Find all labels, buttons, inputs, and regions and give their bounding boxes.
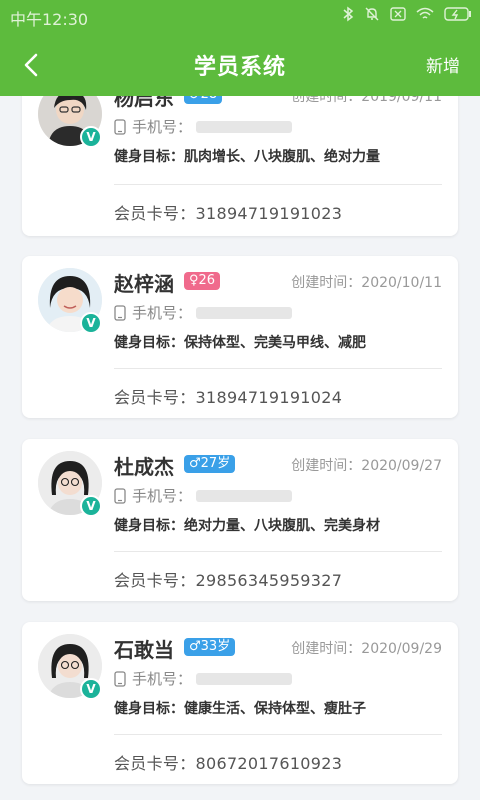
- member-card-number: 会员卡号：31894719191024: [114, 384, 342, 408]
- status-bar: 中午12:30: [0, 0, 480, 32]
- phone-row: 手机号：: [114, 668, 293, 689]
- created-label: 创建时间：: [291, 275, 362, 291]
- member-card[interactable]: V 杨启东 ♂28 创建时间：2019/09/11 手机号： 健身目标：肌肉增长…: [22, 96, 458, 236]
- fitness-goal: 健身目标：健康生活、保持体型、瘦肚子: [114, 698, 366, 718]
- goal-label: 健身目标：: [114, 335, 184, 351]
- member-card-number: 会员卡号：29856345959327: [114, 567, 342, 591]
- mute-icon: [365, 7, 379, 21]
- created-date: 2020/09/27: [361, 458, 442, 474]
- phone-icon: [114, 670, 126, 687]
- verified-icon: V: [80, 678, 102, 700]
- phone-row: 手机号：: [114, 302, 293, 323]
- gender-age-badge: ♀26: [184, 272, 221, 290]
- phone-icon: [114, 487, 126, 504]
- fitness-goal: 健身目标：绝对力量、八块腹肌、完美身材: [114, 515, 380, 535]
- phone-number-masked: [196, 672, 293, 685]
- add-member-button[interactable]: 新增: [426, 52, 460, 77]
- created-time: 创建时间：2020/10/11: [291, 272, 442, 292]
- phone-number-masked: [196, 489, 293, 502]
- card-number-label: 会员卡号：: [114, 388, 196, 407]
- status-icons: [342, 6, 472, 22]
- phone-icon: [114, 304, 126, 321]
- member-card-number: 会员卡号：31894719191023: [114, 200, 342, 224]
- divider: [114, 734, 442, 735]
- gender-age-badge: ♂28: [184, 96, 223, 104]
- fitness-goal: 健身目标：肌肉增长、八块腹肌、绝对力量: [114, 146, 380, 166]
- phone-icon: [114, 118, 126, 135]
- created-date: 2020/09/29: [361, 641, 442, 657]
- phone-row: 手机号：: [114, 485, 293, 506]
- verified-icon: V: [80, 126, 102, 148]
- card-number-value: 29856345959327: [195, 571, 343, 590]
- gender-age-badge: ♂27岁: [184, 455, 236, 473]
- divider: [114, 551, 442, 552]
- goal-value: 保持体型、完美马甲线、减肥: [184, 335, 366, 351]
- created-date: 2019/09/11: [361, 96, 442, 105]
- member-name: 杜成杰: [114, 455, 174, 479]
- verified-icon: V: [80, 495, 102, 517]
- verified-icon: V: [80, 312, 102, 334]
- gender-age-badge: ♂33岁: [184, 638, 236, 656]
- created-date: 2020/10/11: [361, 275, 442, 291]
- sim-icon: [390, 7, 406, 21]
- phone-label: 手机号：: [132, 118, 193, 136]
- goal-label: 健身目标：: [114, 149, 184, 165]
- card-number-label: 会员卡号：: [114, 754, 196, 773]
- phone-label: 手机号：: [132, 304, 193, 322]
- card-number-value: 80672017610923: [195, 754, 343, 773]
- divider: [114, 184, 442, 185]
- member-name: 石敢当: [114, 638, 174, 662]
- wifi-icon: [416, 7, 434, 19]
- goal-label: 健身目标：: [114, 701, 184, 717]
- battery-icon: [444, 7, 471, 21]
- member-name: 赵梓涵: [114, 272, 174, 296]
- phone-number-masked: [196, 120, 293, 133]
- created-label: 创建时间：: [291, 96, 362, 105]
- card-number-label: 会员卡号：: [114, 571, 196, 590]
- member-card-number: 会员卡号：80672017610923: [114, 750, 342, 774]
- created-label: 创建时间：: [291, 458, 362, 474]
- member-list[interactable]: V 杨启东 ♂28 创建时间：2019/09/11 手机号： 健身目标：肌肉增长…: [0, 96, 480, 800]
- card-number-value: 31894719191023: [195, 204, 343, 223]
- goal-value: 肌肉增长、八块腹肌、绝对力量: [184, 149, 380, 165]
- member-card[interactable]: V 杜成杰 ♂27岁 创建时间：2020/09/27 手机号： 健身目标：绝对力…: [22, 439, 458, 601]
- member-name: 杨启东: [114, 96, 174, 110]
- created-time: 创建时间：2020/09/29: [291, 638, 442, 658]
- member-card[interactable]: V 赵梓涵 ♀26 创建时间：2020/10/11 手机号： 健身目标：保持体型…: [22, 256, 458, 418]
- created-time: 创建时间：2019/09/11: [291, 96, 442, 106]
- goal-value: 绝对力量、八块腹肌、完美身材: [184, 518, 380, 534]
- divider: [114, 368, 442, 369]
- bluetooth-icon: [343, 6, 354, 22]
- phone-label: 手机号：: [132, 670, 193, 688]
- fitness-goal: 健身目标：保持体型、完美马甲线、减肥: [114, 332, 366, 352]
- goal-label: 健身目标：: [114, 518, 184, 534]
- app-bar: 学员系统 新增: [0, 32, 480, 96]
- page-title: 学员系统: [193, 55, 286, 80]
- status-time: 中午12:30: [10, 10, 89, 29]
- phone-number-masked: [196, 306, 293, 319]
- card-number-value: 31894719191024: [195, 388, 343, 407]
- created-time: 创建时间：2020/09/27: [291, 455, 442, 475]
- card-number-label: 会员卡号：: [114, 204, 196, 223]
- member-card[interactable]: V 石敢当 ♂33岁 创建时间：2020/09/29 手机号： 健身目标：健康生…: [22, 622, 458, 784]
- phone-row: 手机号：: [114, 116, 293, 137]
- phone-label: 手机号：: [132, 487, 193, 505]
- goal-value: 健康生活、保持体型、瘦肚子: [184, 701, 366, 717]
- created-label: 创建时间：: [291, 641, 362, 657]
